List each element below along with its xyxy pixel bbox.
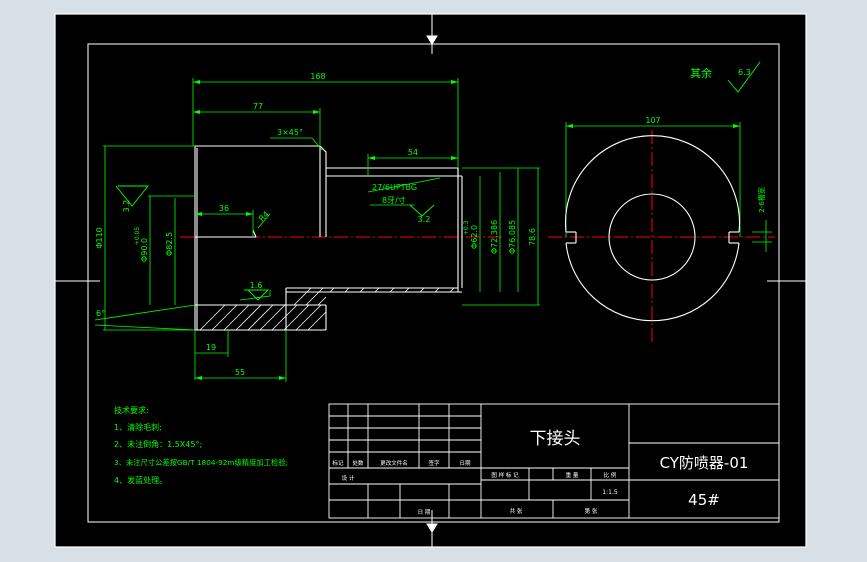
role-design: 设 计 [342,474,355,482]
dim-angle-6: 6° [96,309,105,318]
dim-dia-110: Φ110 [95,227,104,249]
rev-header-sign: 签字 [428,459,440,467]
dim-thread-spec: 27/6UPTBG [372,183,417,192]
dim-circle-dia: 107 [645,116,660,125]
rev-header-mark: 标记 [332,459,344,467]
role-date: 日 期 [418,509,431,516]
rev-header-doc: 更改文件名 [380,459,408,467]
part-name: 下接头 [530,429,581,449]
dim-dia-90: Φ90.0 [140,238,149,262]
roughness-1-6-value: 1.6 [250,281,263,290]
dim-thread-length: 54 [408,148,418,157]
stage-weight: 重 量 [566,471,579,479]
scale-value: 1:1.5 [602,489,618,496]
dim-length-55: 55 [235,368,245,377]
dim-dia-78: 78.6 [528,228,537,246]
sheet-current: 第 张 [585,507,598,515]
dim-dia-62: Φ62.0 [470,225,479,249]
dim-length-36: 36 [219,204,229,213]
tech-note-4: 4、发蓝处理。 [114,475,167,485]
tech-notes-title: 技术要求: [114,405,149,415]
dim-slot-width: 2-6槽宽 [757,187,766,212]
dim-dia-90-tol: +0.05 [134,227,141,246]
tech-note-1: 1、清除毛刺; [114,422,162,432]
tech-note-2: 2、未注倒角：1.5X45°; [114,439,202,449]
dim-length-19: 19 [206,343,216,352]
rev-header-count: 处数 [352,459,364,467]
stage-scale: 比 例 [604,471,617,479]
cad-drawing-canvas: 168 77 3×45° 54 27/6UPTBG 8牙/寸 3.2 36 R4… [54,13,807,548]
dim-thread-spec-2: 8牙/寸 [382,195,406,205]
dim-bore-depth: 77 [253,102,263,111]
dim-dia-76: Φ76.085 [508,220,517,254]
material: 45# [688,491,720,509]
dim-total-length: 168 [310,72,325,81]
tech-note-3: 3、未注尺寸公差按GB/T 1804-92m级精度加工检验; [114,458,288,467]
remainder-label: 其余 [690,66,712,80]
sheet-total: 共 张 [510,507,523,515]
dim-dia-82: Φ82.5 [165,232,174,256]
dim-dia-72: Φ72.386 [490,220,499,254]
drawing-number: CY防喷器-01 [660,454,749,472]
roughness-bore-value: 3.2 [122,200,131,213]
stage-mark: 图 样 标 记 [491,471,519,479]
rev-header-date: 日期 [459,460,471,467]
dim-chamfer: 3×45° [277,128,303,137]
remainder-roughness: 6.3 [738,68,751,77]
roughness-thread-value: 3.2 [418,215,431,224]
dim-dia-62-tol: +0.3 [463,221,470,236]
